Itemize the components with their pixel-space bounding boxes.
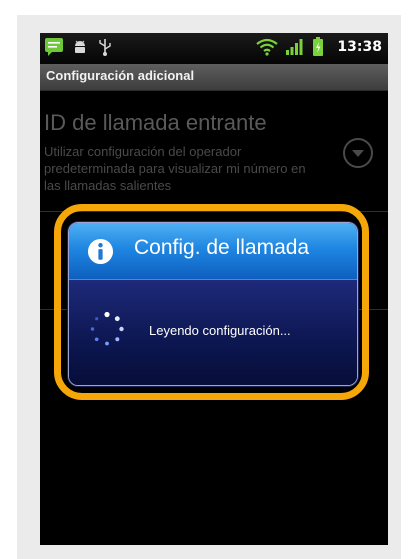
android-debug-icon <box>75 40 85 53</box>
message-icon <box>45 38 63 56</box>
battery-icon <box>313 37 323 56</box>
title-bar: Configuración adicional <box>40 64 388 91</box>
chevron-down-icon[interactable] <box>342 137 374 169</box>
progress-dialog: Config. de llamada Leyendo configuración… <box>68 222 358 386</box>
setting-caller-id-description: Utilizar configuración del operador pred… <box>44 144 306 193</box>
signal-icon <box>286 39 303 55</box>
page-title: Configuración adicional <box>46 68 195 83</box>
info-icon <box>87 238 114 265</box>
loading-spinner-icon <box>90 311 124 346</box>
status-bar: 13:38 <box>40 33 388 64</box>
wifi-icon <box>256 38 278 56</box>
setting-caller-id-title[interactable]: ID de llamada entrante <box>44 110 267 136</box>
dialog-message: Leyendo configuración... <box>149 323 291 338</box>
dialog-body: Leyendo configuración... <box>69 279 357 385</box>
usb-icon <box>99 39 111 56</box>
status-time: 13:38 <box>337 39 382 55</box>
dialog-header: Config. de llamada <box>69 223 357 279</box>
dialog-title: Config. de llamada <box>134 236 310 259</box>
